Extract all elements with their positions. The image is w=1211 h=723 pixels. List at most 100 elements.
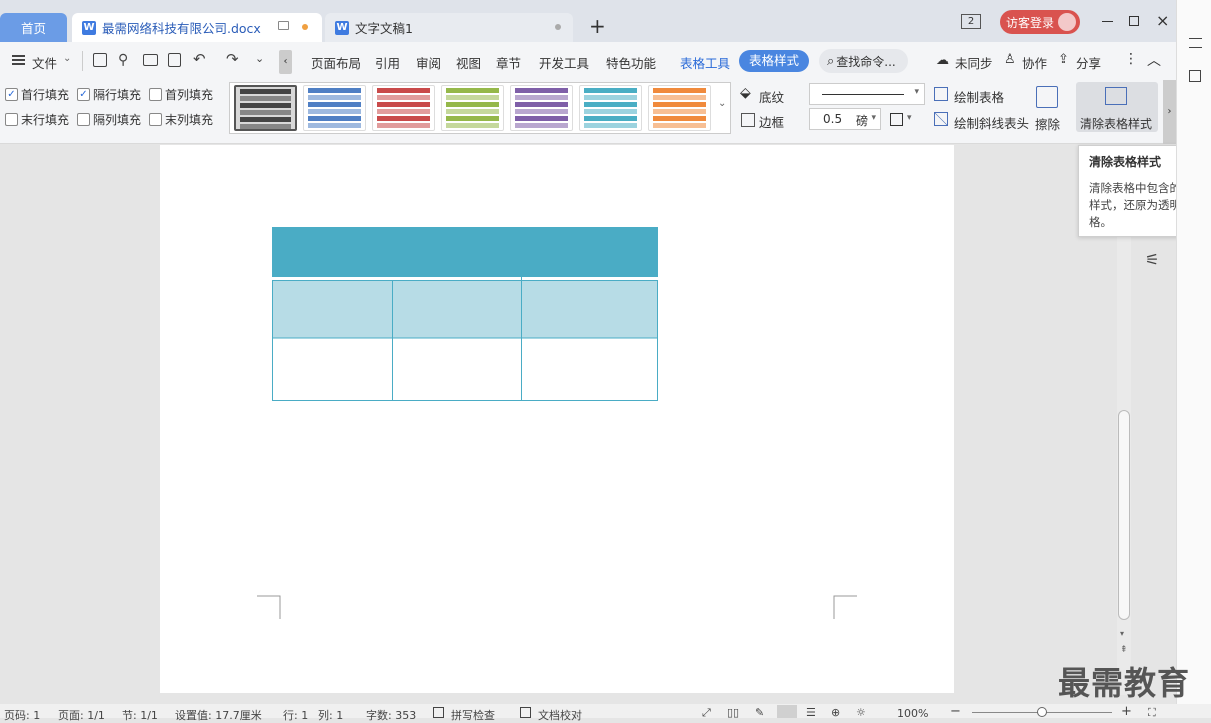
checkmark-icon[interactable]: ✓ [77, 88, 90, 101]
sync-status[interactable]: 未同步 [955, 53, 993, 72]
menu-item[interactable]: 开发工具 [539, 53, 589, 72]
zoom-out-button[interactable]: − [950, 704, 961, 719]
status-words[interactable]: 字数: 353 [366, 707, 416, 723]
fill-checkbox[interactable]: 末行填充 [5, 111, 69, 128]
table-style-tab[interactable]: 表格样式 [739, 50, 809, 72]
status-section[interactable]: 节: 1/1 [122, 707, 158, 723]
zoom-slider-thumb[interactable] [1037, 707, 1047, 717]
table-header-row[interactable] [272, 227, 658, 277]
file-menu[interactable]: 文件 [32, 53, 57, 72]
page-nav-icon[interactable]: ⇞ [1120, 645, 1128, 655]
window-count-badge[interactable]: 2 [961, 14, 981, 29]
table-tools-tab[interactable]: 表格工具 [680, 53, 730, 72]
minimize-icon[interactable] [1102, 21, 1113, 22]
web-view-icon[interactable]: ⊕ [831, 706, 840, 719]
menu-item[interactable]: 引用 [375, 53, 400, 72]
checkbox-empty-icon[interactable] [5, 113, 18, 126]
redo-icon[interactable]: ↷ [226, 50, 239, 68]
save-icon[interactable] [93, 53, 107, 67]
ribbon-scroll-right[interactable]: › [1163, 80, 1176, 144]
menu-item[interactable]: 页面布局 [311, 53, 361, 72]
tab-home[interactable]: 首页 [0, 13, 67, 42]
menu-item[interactable]: 审阅 [416, 53, 441, 72]
format-painter-icon[interactable]: ⚲ [118, 52, 128, 68]
collapse-ribbon-icon[interactable]: ︿ [1147, 50, 1161, 70]
tab-close-dot-icon[interactable] [555, 24, 561, 30]
print-icon[interactable] [143, 54, 158, 66]
status-page-num[interactable]: 页码: 1 [4, 707, 40, 723]
fill-checkbox[interactable]: ✓ 首行填充 [5, 86, 69, 103]
draw-table-icon [934, 87, 948, 101]
more-quick-icon[interactable]: ⌄ [255, 52, 264, 65]
checkbox-empty-icon[interactable] [149, 88, 162, 101]
line-width-select[interactable]: 0.5 磅 ▾ [809, 108, 881, 130]
print-preview-icon[interactable] [168, 53, 181, 67]
more-options-icon[interactable]: ⋮ [1124, 51, 1138, 67]
clear-table-style-button[interactable]: 清除表格样式 [1076, 82, 1158, 132]
menu-item[interactable]: 特色功能 [606, 53, 656, 72]
table-style-swatch[interactable] [648, 85, 711, 131]
checkbox-empty-icon[interactable] [77, 113, 90, 126]
page-view-icon[interactable] [777, 705, 797, 718]
line-style-select[interactable]: ▾ [809, 83, 925, 105]
zoom-in-button[interactable]: + [1121, 704, 1132, 719]
panel-menu-icon[interactable] [1189, 38, 1202, 48]
table-style-swatch[interactable] [510, 85, 573, 131]
tab-document-1[interactable]: W 最需网络科技有限公司.docx [72, 13, 322, 42]
gallery-more-icon[interactable]: ⌄ [718, 98, 726, 109]
table-style-swatch[interactable] [579, 85, 642, 131]
clear-style-label: 清除表格样式 [1080, 117, 1153, 131]
table-style-swatch[interactable] [303, 85, 366, 131]
watermark: 最需教育 [1058, 664, 1191, 702]
undo-icon[interactable]: ↶ [193, 50, 206, 68]
edit-mode-icon[interactable]: ✎ [755, 706, 764, 719]
tab-document-2[interactable]: W 文字文稿1 [325, 13, 573, 42]
draw-table-button[interactable]: 绘制表格 [954, 87, 1004, 106]
eye-protect-icon[interactable]: ☼ [856, 706, 866, 719]
shading-button[interactable]: 底纹 [759, 87, 784, 106]
table-body-row[interactable] [272, 338, 658, 401]
collab-button[interactable]: 协作 [1022, 53, 1047, 72]
checkmark-icon[interactable]: ✓ [5, 88, 18, 101]
status-row[interactable]: 行: 1 [283, 707, 308, 723]
share-button[interactable]: 分享 [1076, 53, 1101, 72]
command-search[interactable]: ⌕ 查找命令... [819, 49, 908, 73]
checkbox-empty-icon[interactable] [149, 113, 162, 126]
login-button[interactable]: 访客登录 [1000, 10, 1080, 34]
table-band-row[interactable] [272, 280, 658, 338]
scroll-thumb[interactable] [1118, 410, 1130, 620]
table-style-swatch[interactable] [372, 85, 435, 131]
status-spell[interactable]: 拼写检查 [451, 707, 495, 723]
status-pages[interactable]: 页面: 1/1 [58, 707, 105, 723]
scroll-down-icon[interactable]: ▾ [1120, 629, 1124, 638]
close-icon[interactable]: × [1156, 11, 1169, 30]
pen-color-icon[interactable] [890, 113, 903, 126]
hamburger-icon[interactable] [12, 55, 25, 65]
fill-checkbox[interactable]: ✓ 隔行填充 [77, 86, 141, 103]
menu-item[interactable]: 视图 [456, 53, 481, 72]
outline-view-icon[interactable]: ☰ [806, 706, 816, 719]
scroll-left-button[interactable]: ‹ [279, 50, 292, 74]
read-mode-icon[interactable]: ▯▯ [727, 706, 739, 719]
new-tab-button[interactable]: + [589, 14, 606, 38]
monitor-icon[interactable] [278, 21, 289, 30]
fill-checkbox[interactable]: 首列填充 [149, 86, 213, 103]
fill-checkbox[interactable]: 末列填充 [149, 111, 213, 128]
menu-item[interactable]: 章节 [496, 53, 521, 72]
status-col[interactable]: 列: 1 [318, 707, 343, 723]
zoom-level[interactable]: 100% [897, 707, 928, 720]
status-setting[interactable]: 设置值: 17.7厘米 [175, 707, 262, 723]
chevron-down-icon[interactable]: ▾ [907, 113, 912, 123]
draw-diagonal-button[interactable]: 绘制斜线表头 [954, 113, 1029, 132]
filter-settings-icon[interactable]: ⚟ [1145, 250, 1159, 269]
panel-grid-icon[interactable] [1189, 70, 1201, 82]
right-side-panel [1176, 0, 1211, 718]
table-style-swatch[interactable] [441, 85, 504, 131]
table-style-swatch[interactable] [234, 85, 297, 131]
border-button[interactable]: 边框 [759, 112, 784, 131]
fill-checkbox[interactable]: 隔列填充 [77, 111, 141, 128]
status-proof[interactable]: 文档校对 [538, 707, 582, 723]
document-page[interactable] [160, 145, 954, 693]
erase-button[interactable]: 擦除 [1035, 114, 1060, 133]
maximize-icon[interactable] [1129, 16, 1139, 26]
